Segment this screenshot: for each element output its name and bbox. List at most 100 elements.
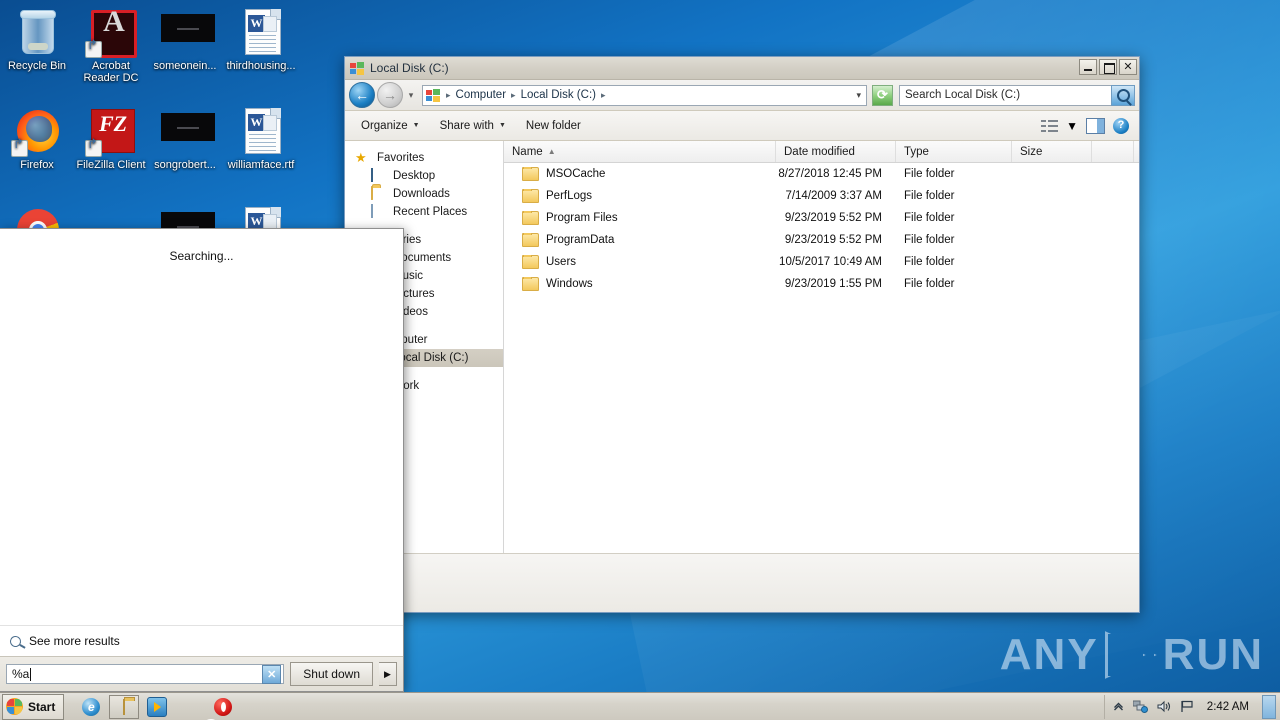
search-input[interactable]: Search Local Disk (C:): [899, 84, 1111, 106]
breadcrumb-separator-2[interactable]: ▸: [598, 90, 609, 101]
file-type: File folder: [904, 168, 955, 180]
table-row[interactable]: Program Files 9/23/2019 5:52 PM File folde…: [504, 207, 1139, 229]
clear-search-button[interactable]: ✕: [262, 664, 282, 684]
refresh-button[interactable]: ⟳: [872, 84, 893, 106]
desktop-icon-someonein[interactable]: someonein...: [148, 8, 222, 72]
show-desktop-button[interactable]: [1262, 694, 1276, 719]
file-name: MSOCache: [546, 168, 606, 180]
taskbar-button-google-chrome[interactable]: [175, 695, 205, 719]
table-row[interactable]: Windows 9/23/2019 1:55 PM File folder: [504, 273, 1139, 295]
desktop-icon-firefox[interactable]: Firefox: [0, 107, 74, 171]
column-header-size[interactable]: Size: [1012, 141, 1092, 162]
column-header-label: Date modified: [784, 145, 855, 158]
sort-ascending-icon: ▲: [547, 147, 556, 156]
unknown-file-icon: [161, 8, 215, 56]
folder-icon: [522, 211, 539, 225]
preview-pane-icon[interactable]: [1086, 117, 1105, 134]
address-bar[interactable]: ▸ Computer ▸ Local Disk (C:) ▸ ▾: [422, 84, 867, 106]
desktop-icon-label: Firefox: [20, 159, 54, 171]
shutdown-button[interactable]: Shut down: [290, 662, 373, 686]
file-date: 8/27/2018 12:45 PM: [778, 168, 882, 180]
view-options-icon[interactable]: [1041, 119, 1059, 133]
breadcrumb-separator-0[interactable]: ▸: [443, 90, 454, 101]
desktop-icon-filezilla-client[interactable]: FileZilla Client: [74, 107, 148, 171]
volume-icon[interactable]: [1157, 700, 1171, 713]
close-button[interactable]: ✕: [1119, 59, 1137, 75]
file-name: Program Files: [546, 212, 618, 224]
navigation-bar[interactable]: ← → ▾ ▸ Computer ▸ Local Disk (C:) ▸ ▾ ⟳…: [345, 80, 1139, 111]
table-row[interactable]: Users 10/5/2017 10:49 AM File folder: [504, 251, 1139, 273]
forward-button[interactable]: →: [377, 82, 403, 108]
navpane-item-desktop[interactable]: Desktop: [345, 167, 503, 185]
file-rows[interactable]: MSOCache 8/27/2018 12:45 PM File folder Per…: [504, 163, 1139, 553]
opera-icon: [214, 697, 233, 716]
share-with-button[interactable]: Share with ▼: [432, 117, 514, 135]
breadcrumb-local-disk[interactable]: Local Disk (C:): [519, 89, 598, 101]
desktop-icon-recycle-bin[interactable]: Recycle Bin: [0, 8, 74, 72]
column-header-blank[interactable]: [1092, 141, 1134, 162]
table-row[interactable]: ProgramData 9/23/2019 5:52 PM File folder: [504, 229, 1139, 251]
help-icon[interactable]: ?: [1113, 117, 1129, 134]
start-button[interactable]: Start: [2, 693, 65, 720]
desktop-icon-thirdhousing[interactable]: Wthirdhousing...: [224, 8, 298, 72]
search-area[interactable]: Search Local Disk (C:): [899, 84, 1135, 106]
navpane-item-downloads[interactable]: Downloads: [345, 185, 503, 203]
breadcrumb-computer[interactable]: Computer: [454, 89, 509, 101]
column-headers[interactable]: Name ▲ Date modified Type Size: [504, 141, 1139, 163]
file-date: 9/23/2019 1:55 PM: [784, 278, 882, 290]
file-name: ProgramData: [546, 234, 615, 246]
taskbar-button-internet-explorer[interactable]: e: [76, 695, 106, 719]
chevron-up-icon[interactable]: [1113, 701, 1124, 712]
close-icon: ✕: [1123, 60, 1133, 73]
network-icon[interactable]: [1132, 700, 1148, 713]
start-menu[interactable]: Searching... See more results %a ✕ Shut …: [0, 228, 404, 692]
table-row[interactable]: MSOCache 8/27/2018 12:45 PM File folder: [504, 163, 1139, 185]
window-controls[interactable]: ✕: [1079, 59, 1137, 75]
search-button[interactable]: [1111, 84, 1135, 106]
command-bar[interactable]: Organize ▼ Share with ▼ New folder ▼ ?: [345, 111, 1139, 141]
column-header-date-modified[interactable]: Date modified: [776, 141, 896, 162]
column-header-name[interactable]: Name ▲: [504, 141, 776, 162]
minimize-button[interactable]: [1079, 59, 1097, 75]
clock[interactable]: 2:42 AM: [1203, 701, 1253, 713]
shortcut-overlay-icon: [11, 140, 28, 157]
file-date: 9/23/2019 5:52 PM: [784, 212, 882, 224]
desktop-icon-acrobat-reader-dc[interactable]: Acrobat Reader DC: [74, 8, 148, 84]
taskbar[interactable]: Start e 2:42 AM: [0, 692, 1280, 720]
taskbar-button-windows-media-player[interactable]: [142, 695, 172, 719]
command-bar-right[interactable]: ▼ ?: [1041, 117, 1131, 134]
file-list-pane[interactable]: Name ▲ Date modified Type Size MSOCache 8/27/…: [504, 141, 1139, 553]
see-more-results-link[interactable]: See more results: [0, 625, 403, 656]
column-header-label: Size: [1020, 145, 1043, 158]
navpane-item-favorites[interactable]: ★ Favorites: [345, 149, 503, 167]
recent-pages-caret-icon[interactable]: ▾: [405, 90, 417, 101]
desktop-icon-williamface-rtf[interactable]: Wwilliamface.rtf: [224, 107, 298, 171]
taskbar-button-windows-explorer[interactable]: [109, 694, 140, 719]
navpane-item-recent-places[interactable]: Recent Places: [345, 203, 503, 221]
window-titlebar[interactable]: Local Disk (C:) ✕: [345, 57, 1139, 80]
firefox-icon: [11, 107, 61, 157]
column-header-type[interactable]: Type: [896, 141, 1012, 162]
start-menu-footer[interactable]: %a ✕ Shut down ▶: [0, 656, 403, 691]
view-chevron-down-icon[interactable]: ▼: [1066, 119, 1078, 133]
internet-explorer-icon: e: [82, 697, 101, 716]
table-row[interactable]: PerfLogs 7/14/2009 3:37 AM File folder: [504, 185, 1139, 207]
maximize-button[interactable]: [1099, 59, 1117, 75]
back-button[interactable]: ←: [349, 82, 375, 108]
desktop-icon-songrobert[interactable]: songrobert...: [148, 107, 222, 171]
flag-icon[interactable]: [1180, 700, 1194, 713]
system-tray[interactable]: 2:42 AM: [1103, 694, 1280, 719]
organize-button[interactable]: Organize ▼: [353, 117, 428, 135]
taskbar-button-opera[interactable]: [208, 695, 238, 719]
taskbar-buttons[interactable]: e: [76, 694, 241, 719]
desktop-icon-label: Acrobat Reader DC: [83, 60, 139, 84]
breadcrumb-separator-1[interactable]: ▸: [508, 90, 519, 101]
explorer-window[interactable]: Local Disk (C:) ✕ ← → ▾ ▸ Computer ▸ Loc…: [344, 56, 1140, 613]
windows-orb-icon: [6, 698, 23, 715]
new-folder-button[interactable]: New folder: [518, 117, 589, 135]
start-label: Start: [28, 699, 56, 714]
shortcut-overlay-icon: [85, 41, 102, 58]
address-dropdown-icon[interactable]: ▾: [856, 90, 864, 101]
start-search-input[interactable]: %a ✕: [6, 664, 285, 684]
shutdown-options-button[interactable]: ▶: [379, 662, 397, 686]
